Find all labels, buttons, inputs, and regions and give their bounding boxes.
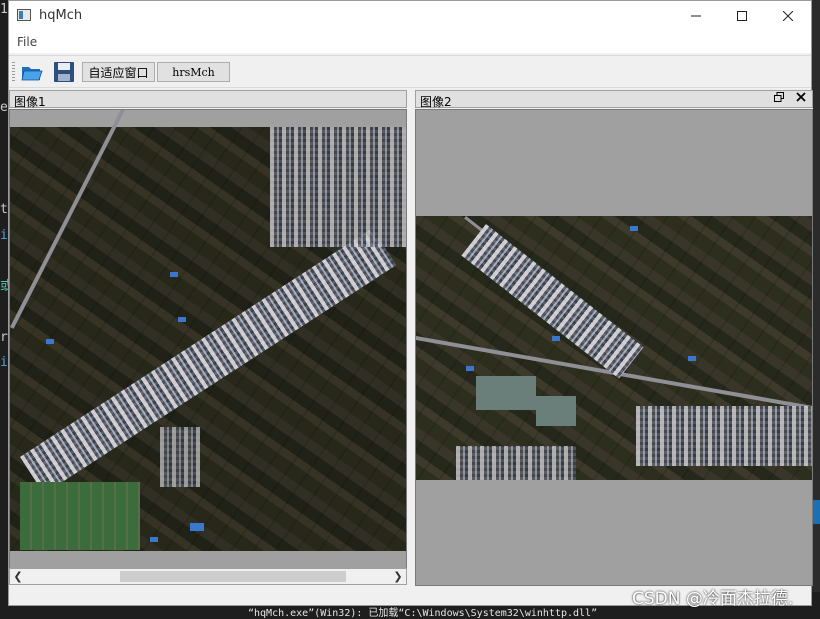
ide-glyph: i bbox=[0, 228, 8, 243]
window-title: hqMch bbox=[39, 8, 83, 23]
dock-close-button[interactable] bbox=[796, 92, 806, 105]
close-button[interactable] bbox=[765, 1, 811, 31]
app-icon bbox=[17, 9, 31, 21]
image1-dock: 图像1 ❮ ❯ bbox=[9, 90, 407, 586]
image2-dock-titlebar[interactable]: 图像2 bbox=[415, 90, 813, 109]
image2-dock: 图像2 bbox=[415, 90, 813, 586]
ide-right-strip bbox=[812, 0, 820, 614]
scroll-thumb[interactable] bbox=[120, 571, 346, 582]
toolbar-grip-icon[interactable] bbox=[12, 62, 15, 82]
dock-float-button[interactable] bbox=[774, 92, 784, 105]
aerial-image-1 bbox=[10, 110, 406, 551]
fit-window-button[interactable]: 自适应窗口 bbox=[82, 62, 155, 82]
close-icon bbox=[783, 11, 793, 21]
minimize-icon bbox=[691, 15, 701, 17]
image1-title: 图像1 bbox=[14, 95, 46, 109]
minimize-button[interactable] bbox=[673, 1, 719, 31]
ide-glyph: i bbox=[0, 355, 8, 370]
menu-file[interactable]: File bbox=[17, 35, 37, 49]
ide-glyph: r bbox=[0, 330, 8, 345]
menu-bar: File bbox=[9, 31, 811, 53]
scroll-left-icon[interactable]: ❮ bbox=[10, 569, 26, 584]
image2-title: 图像2 bbox=[420, 95, 452, 109]
ide-glyph: 1 bbox=[0, 2, 8, 17]
floppy-disk-icon[interactable] bbox=[53, 61, 75, 83]
ide-accent bbox=[812, 500, 820, 524]
close-icon bbox=[796, 92, 806, 102]
title-bar[interactable]: hqMch bbox=[9, 1, 811, 31]
image1-view[interactable] bbox=[9, 109, 407, 569]
csdn-watermark: CSDN @冷面杰拉德. bbox=[632, 589, 794, 609]
image2-view[interactable] bbox=[415, 109, 813, 586]
scroll-right-icon[interactable]: ❯ bbox=[390, 569, 406, 584]
ide-glyph: t bbox=[0, 202, 8, 217]
restore-icon bbox=[774, 92, 784, 102]
ide-left-margin: 1 e t i 或 r i bbox=[0, 0, 13, 614]
aerial-image-2 bbox=[416, 216, 812, 480]
image1-horizontal-scrollbar[interactable]: ❮ ❯ bbox=[9, 568, 407, 585]
ide-output-line: “hqMch.exe”(Win32): 已加载“C:\Windows\Syste… bbox=[248, 608, 598, 619]
app-window: hqMch File 自适应窗口 hrsMch 图像1 ❮ ❯ 图像2 bbox=[8, 0, 813, 606]
hrsmch-button[interactable]: hrsMch bbox=[157, 62, 230, 82]
toolbar: 自适应窗口 hrsMch bbox=[9, 55, 811, 88]
maximize-button[interactable] bbox=[719, 1, 765, 31]
folder-open-icon[interactable] bbox=[21, 61, 43, 83]
image1-dock-titlebar[interactable]: 图像1 bbox=[9, 90, 407, 109]
ide-glyph: e bbox=[0, 100, 8, 115]
maximize-icon bbox=[737, 11, 747, 21]
